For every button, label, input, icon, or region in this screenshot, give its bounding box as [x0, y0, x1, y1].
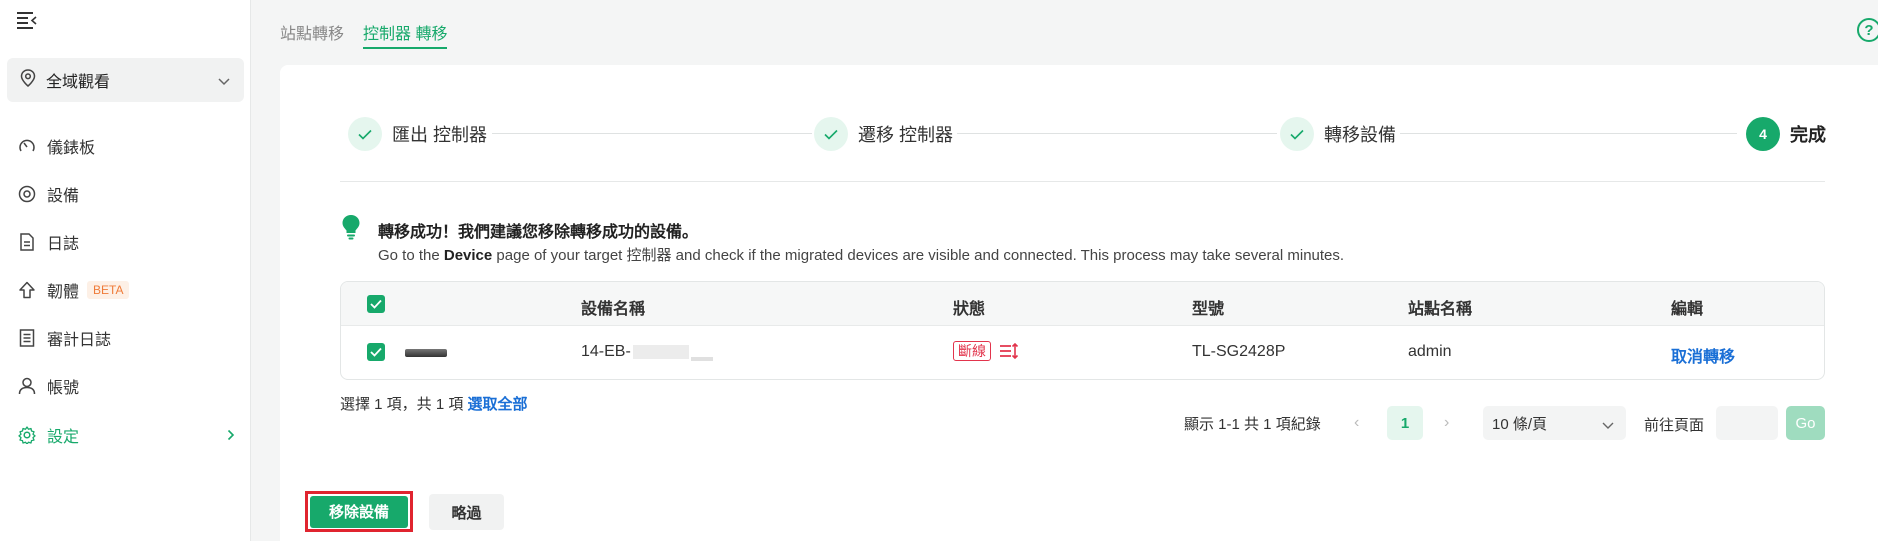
tab-site-migration[interactable]: 站點轉移	[280, 20, 344, 44]
page-number-button[interactable]: 1	[1387, 406, 1423, 440]
step-label: 轉移設備	[1324, 125, 1396, 145]
step-transfer-devices: 轉移設備	[1280, 116, 1396, 152]
sidebar-item-settings[interactable]: 設定	[0, 415, 250, 455]
sidebar-item-label: 儀錶板	[47, 140, 96, 157]
sidebar-item-label: 日誌	[47, 236, 80, 253]
select-all-link[interactable]: 選取全部	[468, 396, 528, 413]
step-connector	[957, 133, 1277, 134]
switch-device-image	[405, 349, 447, 357]
step-label: 匯出 控制器	[392, 125, 488, 145]
chevron-down-icon	[1602, 417, 1614, 434]
status-cell: 斷線	[953, 341, 1019, 361]
step-connector	[492, 133, 812, 134]
remove-devices-button[interactable]: 移除設備	[310, 495, 408, 528]
step-connector	[1400, 133, 1737, 134]
transfer-arrows-icon	[999, 343, 1019, 359]
next-page-button[interactable]: ›	[1444, 414, 1449, 432]
upload-arrow-icon	[17, 280, 37, 300]
column-status[interactable]: 狀態	[953, 295, 985, 319]
device-name-text: 14-EB-	[581, 343, 631, 360]
model-cell: TL-SG2428P	[1192, 343, 1286, 360]
message-text: Go to the	[378, 247, 444, 264]
goto-page-label: 前往頁面	[1644, 417, 1705, 434]
sidebar-item-account[interactable]: 帳號	[0, 366, 250, 406]
sidebar-item-label: 審計日誌	[47, 332, 112, 349]
gauge-icon	[17, 136, 37, 156]
table-header: 設備名稱 狀態 型號 站點名稱 編輯	[341, 282, 1824, 326]
step-number: 4	[1746, 117, 1780, 151]
user-icon	[17, 376, 37, 396]
list-document-icon	[17, 328, 37, 348]
goto-page-input[interactable]	[1716, 406, 1778, 440]
selection-info: 選擇 1 項，共 1 項 選取全部	[340, 393, 528, 414]
lightbulb-icon	[341, 214, 361, 244]
step-export: 匯出 控制器	[348, 116, 487, 152]
menu-collapse-icon[interactable]	[17, 11, 37, 29]
row-checkbox[interactable]	[367, 343, 385, 361]
message-device-text: Device	[443, 247, 493, 264]
column-device-name[interactable]: 設備名稱	[581, 295, 645, 319]
redacted-block	[632, 344, 689, 359]
sidebar-item-dashboard[interactable]: 儀錶板	[0, 126, 250, 166]
location-pin-icon	[20, 69, 36, 91]
selection-count: 選擇 1 項，共 1 項	[340, 396, 464, 413]
go-button[interactable]: Go	[1786, 406, 1825, 440]
check-icon	[348, 117, 382, 151]
success-message-body: Go to the Device page of your target 控制器…	[378, 244, 1344, 265]
scope-label: 全域觀看	[46, 74, 111, 91]
chevron-right-icon	[227, 428, 235, 446]
sidebar-item-firmware[interactable]: 韌體 BETA	[0, 270, 250, 310]
help-icon[interactable]: ?	[1857, 18, 1878, 42]
step-label: 完成	[1790, 125, 1826, 145]
step-label: 遷移 控制器	[858, 125, 954, 145]
step-complete: 4 完成	[1746, 116, 1826, 152]
page-size-select[interactable]: 10 條/頁	[1483, 406, 1626, 440]
device-name-cell: 14-EB-	[581, 343, 713, 361]
check-icon	[814, 117, 848, 151]
document-icon	[17, 232, 37, 252]
sidebar-item-label: 設備	[47, 188, 80, 205]
column-model[interactable]: 型號	[1192, 295, 1224, 319]
gear-icon	[17, 425, 37, 445]
pagination-total: 顯示 1-1 共 1 項紀錄	[1184, 416, 1321, 433]
sidebar-item-devices[interactable]: 設備	[0, 174, 250, 214]
cancel-migration-link[interactable]: 取消轉移	[1671, 343, 1735, 367]
check-icon	[1280, 117, 1314, 151]
prev-page-button[interactable]: ‹	[1354, 414, 1359, 432]
sidebar: 全域觀看 儀錶板 設備 日誌 韌體 BETA 審計日誌 帳號 設定	[0, 0, 251, 541]
success-message-title: 轉移成功！我們建議您移除轉移成功的設備。	[378, 224, 699, 241]
device-circle-icon	[17, 184, 37, 204]
page-size-value: 10 條/頁	[1492, 415, 1548, 433]
message-text: page of your target 控制器 and check if the…	[492, 247, 1345, 264]
site-cell: admin	[1408, 343, 1452, 360]
sidebar-item-label: 韌體	[47, 284, 80, 301]
scope-selector[interactable]: 全域觀看	[7, 58, 244, 102]
column-edit: 編輯	[1671, 301, 1704, 318]
sidebar-item-label: 設定	[47, 429, 80, 446]
tab-controller-migration[interactable]: 控制器 轉移	[363, 20, 448, 49]
sidebar-item-logs[interactable]: 日誌	[0, 222, 250, 262]
device-table: 設備名稱 狀態 型號 站點名稱 編輯 14-EB- 斷線 TL-SG2428P …	[340, 281, 1825, 380]
redacted-block	[690, 357, 713, 361]
remove-devices-button-highlight: 移除設備	[305, 491, 413, 532]
status-badge: 斷線	[953, 341, 991, 361]
column-site-name[interactable]: 站點名稱	[1408, 295, 1472, 319]
sidebar-item-audit-logs[interactable]: 審計日誌	[0, 318, 250, 358]
select-all-checkbox[interactable]	[367, 295, 385, 313]
step-migrate: 遷移 控制器	[814, 116, 953, 152]
sidebar-item-label: 帳號	[47, 380, 80, 397]
divider	[340, 181, 1825, 182]
skip-button[interactable]: 略過	[429, 494, 504, 530]
beta-badge: BETA	[87, 281, 130, 299]
chevron-down-icon	[218, 73, 230, 90]
